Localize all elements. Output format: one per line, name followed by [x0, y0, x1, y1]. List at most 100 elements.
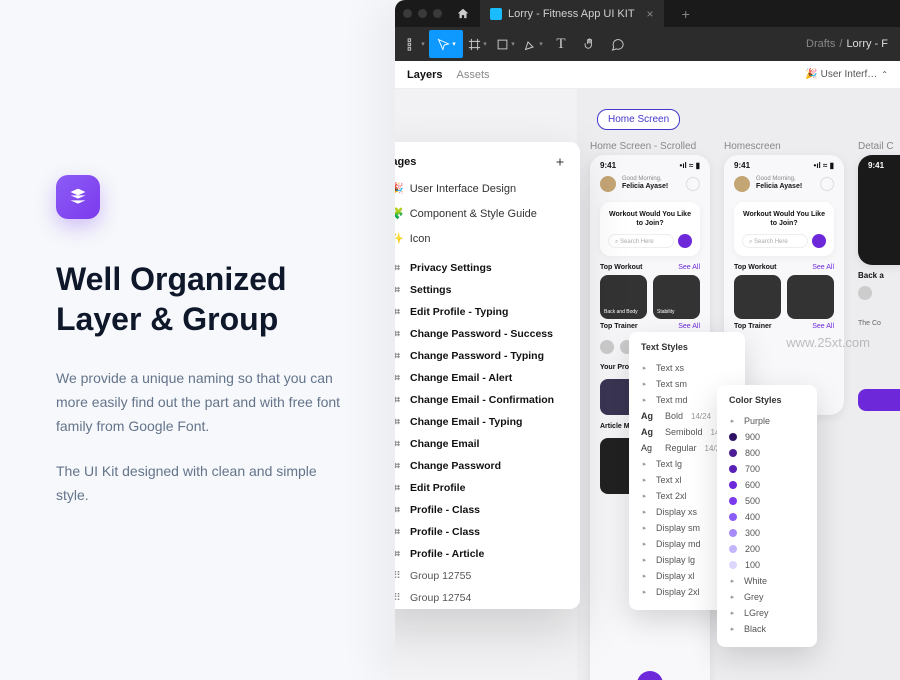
fab-plus-icon: + [637, 671, 663, 680]
frame-icon: ⌗ [395, 461, 402, 471]
frame-icon: ⌗ [395, 395, 402, 405]
layer-item[interactable]: ⌗Privacy Settings [395, 257, 580, 279]
artboard-label[interactable]: Detail C [858, 141, 894, 152]
color-swatch-item[interactable]: 200 [729, 541, 805, 557]
search-input: ⌕ Search Here [608, 234, 674, 248]
frame-icon: ⌗ [395, 505, 402, 515]
layer-item[interactable]: ⌗Settings [395, 279, 580, 301]
detail-below: Back a The Co [858, 271, 900, 327]
new-tab-button[interactable]: + [682, 6, 690, 22]
shape-tool-button[interactable]: ▾ [491, 30, 519, 58]
frame-icon: ⌗ [395, 417, 402, 427]
avatar [600, 176, 616, 192]
color-group-item[interactable]: ▸LGrey [729, 605, 805, 621]
color-swatch-item[interactable]: 600 [729, 477, 805, 493]
tab-title: Lorry - Fitness App UI KIT [508, 8, 635, 20]
side-panel-tabs: Layers Assets 🎉 User Interf… ⌃ [395, 61, 900, 89]
color-swatch-item[interactable]: 300 [729, 525, 805, 541]
color-swatch-item[interactable]: 800 [729, 445, 805, 461]
file-icon [490, 8, 502, 20]
artboard-detail[interactable]: 9:41 [858, 155, 900, 265]
layer-item[interactable]: ⌗Change Email - Alert [395, 367, 580, 389]
frame-icon: ⌗ [395, 527, 402, 537]
color-swatch-item[interactable]: 900 [729, 429, 805, 445]
frame-icon: ⌗ [395, 373, 402, 383]
marketing-heading: Well Organized Layer & Group [56, 259, 346, 339]
traffic-lights [403, 9, 442, 18]
close-icon[interactable]: × [647, 7, 654, 21]
breadcrumb[interactable]: Drafts/Lorry - F [806, 38, 888, 50]
layer-item[interactable]: ⌗Change Email - Typing [395, 411, 580, 433]
panel-title: Color Styles [729, 395, 805, 405]
color-swatch-item[interactable]: 500 [729, 493, 805, 509]
home-icon[interactable] [456, 7, 470, 21]
color-styles-panel[interactable]: Color Styles ▸Purple 9008007006005004003… [717, 385, 817, 647]
color-swatch-item[interactable]: 700 [729, 461, 805, 477]
layer-item[interactable]: ⌗Change Email [395, 433, 580, 455]
frame-icon: ⌗ [395, 483, 402, 493]
color-group-item[interactable]: ▸Grey [729, 589, 805, 605]
marketing-desc-2: The UI Kit designed with clean and simpl… [56, 460, 346, 508]
group-icon: ⠿ [395, 571, 402, 581]
marketing-column: Well Organized Layer & Group We provide … [56, 175, 346, 508]
titlebar: Lorry - Fitness App UI KIT × + [395, 0, 900, 27]
layer-item[interactable]: ⌗Change Password - Success [395, 323, 580, 345]
pages-panel[interactable]: Pages 🎉User Interface Design🧩Component &… [395, 142, 580, 609]
page-item[interactable]: ✨Icon [395, 226, 580, 251]
tab-layers[interactable]: Layers [407, 69, 442, 81]
layer-item[interactable]: ⌗Profile - Class [395, 499, 580, 521]
frame-icon: ⌗ [395, 549, 402, 559]
main-menu-button[interactable]: ▾ [401, 30, 429, 58]
hand-tool-button[interactable] [575, 30, 603, 58]
pages-title: Pages [395, 156, 416, 168]
text-style-item[interactable]: ▸Text xs [641, 360, 733, 376]
logo-icon [56, 175, 100, 219]
close-dot[interactable] [403, 9, 412, 18]
frame-icon: ⌗ [395, 263, 402, 273]
artboard-label[interactable]: Homescreen [724, 141, 781, 152]
frame-tool-button[interactable]: ▾ [463, 30, 491, 58]
frame-icon: ⌗ [395, 351, 402, 361]
color-group-item[interactable]: ▸White [729, 573, 805, 589]
frame-icon: ⌗ [395, 307, 402, 317]
page-dropdown[interactable]: 🎉 User Interf… ⌃ [805, 69, 888, 80]
text-tool-button[interactable]: T [547, 30, 575, 58]
layer-item[interactable]: ⌗Change Password - Typing [395, 345, 580, 367]
group-item[interactable]: ⠿Group 12754 [395, 587, 580, 609]
plus-icon[interactable] [554, 156, 566, 168]
filter-icon [678, 234, 692, 248]
layer-item[interactable]: ⌗Profile - Class [395, 521, 580, 543]
frame-icon: ⌗ [395, 329, 402, 339]
frame-icon: ⌗ [395, 285, 402, 295]
group-icon: ⠿ [395, 593, 402, 603]
layer-item[interactable]: ⌗Edit Profile - Typing [395, 301, 580, 323]
layer-item[interactable]: ⌗Edit Profile [395, 477, 580, 499]
browser-tab[interactable]: Lorry - Fitness App UI KIT × [480, 0, 664, 27]
layer-item[interactable]: ⌗Change Password [395, 455, 580, 477]
color-swatch-item[interactable]: 100 [729, 557, 805, 573]
page-item[interactable]: 🎉User Interface Design [395, 176, 580, 201]
max-dot[interactable] [433, 9, 442, 18]
marketing-desc-1: We provide a unique naming so that you c… [56, 367, 346, 438]
layer-item[interactable]: ⌗Profile - Article [395, 543, 580, 565]
group-item[interactable]: ⠿Group 12755 [395, 565, 580, 587]
min-dot[interactable] [418, 9, 427, 18]
watermark: www.25xt.com [786, 335, 870, 350]
breadcrumb-root: Drafts [806, 38, 835, 50]
color-group-item[interactable]: ▸Black [729, 621, 805, 637]
move-tool-button[interactable]: ▾ [429, 30, 463, 58]
section-badge[interactable]: Home Screen [597, 109, 680, 130]
color-swatch-item[interactable]: 400 [729, 509, 805, 525]
design-tool-window: Lorry - Fitness App UI KIT × + ▾ ▾ ▾ ▾ ▾… [395, 0, 900, 680]
purple-button [858, 389, 900, 411]
tab-assets[interactable]: Assets [456, 69, 489, 81]
comment-tool-button[interactable] [603, 30, 631, 58]
artboard-label[interactable]: Home Screen - Scrolled [590, 141, 696, 152]
breadcrumb-current: Lorry - F [846, 38, 888, 50]
page-item[interactable]: 🧩Component & Style Guide [395, 201, 580, 226]
panel-title: Text Styles [641, 342, 733, 352]
layer-item[interactable]: ⌗Change Email - Confirmation [395, 389, 580, 411]
toolbar: ▾ ▾ ▾ ▾ ▾ T Drafts/Lorry - F [395, 27, 900, 61]
pen-tool-button[interactable]: ▾ [519, 30, 547, 58]
canvas[interactable]: Home Screen Home Screen - Scrolled 9:41•… [577, 89, 900, 680]
